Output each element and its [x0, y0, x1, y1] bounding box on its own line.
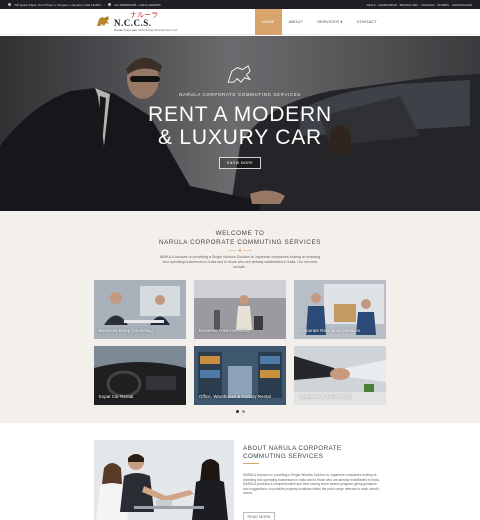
service-tile-business-travel[interactable]: Business Travel Services [194, 280, 286, 339]
nav-services[interactable]: SERVICES ▾ [310, 9, 349, 35]
tile-label: Corporate Relocation Services [299, 328, 361, 333]
hero-banner: NARULA CORPORATE COMMUTING SERVICES RENT… [0, 36, 480, 211]
nav-about[interactable]: ABOUT [282, 9, 311, 35]
business-handshake-image [94, 440, 234, 520]
tile-label: Apartment & Home Rental [299, 394, 352, 399]
address-text: 706 Qutub Plaza, DLF Phase 1, Gurgaon, H… [14, 2, 101, 7]
about-section: ABOUT NARULA CORPORATE COMMUTING SERVICE… [0, 423, 480, 520]
hero-title-line2: & LUXURY CAR [157, 126, 323, 149]
hero-kicker: NARULA CORPORATE COMMUTING SERVICES [179, 92, 301, 97]
location-icon [8, 3, 11, 6]
tile-label: Office, Warehouse & Factory Rental [199, 394, 271, 399]
service-tile-warehouse[interactable]: Office, Warehouse & Factory Rental [194, 346, 286, 405]
welcome-text: NARULA focuses on providing a Single Win… [159, 255, 321, 270]
about-text: NARULA focuses on providing a Single Win… [243, 473, 383, 496]
lion-logo-icon [97, 16, 109, 26]
tile-label: Expat Car Rental [99, 394, 134, 399]
tile-label: Business Travel Services [199, 328, 250, 333]
service-tile-relocation[interactable]: Corporate Relocation Services [294, 280, 386, 339]
slider-dots [0, 410, 480, 413]
service-tile-expat-car[interactable]: Expat Car Rental [94, 346, 186, 405]
about-paragraph-2: NARULA provides a comprehensive and time… [243, 482, 380, 496]
about-title-line2: COMMUTING SERVICES [243, 453, 324, 460]
about-image [94, 440, 234, 520]
read-more-button[interactable]: READ MORE [243, 512, 276, 520]
lion-emblem-icon [227, 65, 252, 83]
service-tile-business-setup[interactable]: Business Setup Consulting [94, 280, 186, 339]
about-divider [243, 463, 259, 464]
logo[interactable]: ナルーラ N.C.C.S. Narula Corporate Commuting… [96, 11, 178, 32]
slider-dot-2[interactable] [241, 410, 245, 413]
nav-contact[interactable]: CONTACT [350, 9, 384, 35]
logo-subtitle: Narula Corporate Commuting Services Pvt.… [114, 27, 178, 32]
nav-home[interactable]: HOME [254, 8, 282, 35]
main-nav: HOME ABOUT SERVICES ▾ CONTACT [254, 8, 384, 35]
about-title-line1: ABOUT NARULA CORPORATE [243, 445, 342, 452]
logo-name: N.C.C.S. [114, 17, 152, 28]
hero-title: RENT A MODERN & LUXURY CAR [0, 103, 480, 149]
slider-dot-1[interactable] [235, 410, 239, 413]
know-more-button[interactable]: KNOW MORE [219, 157, 261, 169]
site-header: ナルーラ N.C.C.S. Narula Corporate Commuting… [0, 8, 480, 35]
about-title: ABOUT NARULA CORPORATE COMMUTING SERVICE… [243, 445, 383, 461]
hero-title-line1: RENT A MODERN [148, 103, 332, 126]
about-paragraph-1: NARULA focuses on providing a Single Win… [243, 473, 380, 482]
welcome-title-line2: NARULA CORPORATE COMMUTING SERVICES [158, 238, 322, 246]
tile-label: Business Setup Consulting [99, 328, 153, 333]
top-info-bar: 706 Qutub Plaza, DLF Phase 1, Gurgaon, H… [0, 0, 480, 9]
cities-text: DELHI · AHMEDABAD · BENGALURU · CHENNAI … [366, 2, 472, 7]
welcome-section: WELCOME TO NARULA CORPORATE COMMUTING SE… [0, 211, 480, 423]
welcome-title-line1: WELCOME TO [215, 230, 265, 237]
welcome-title: WELCOME TO NARULA CORPORATE COMMUTING SE… [0, 230, 480, 247]
phone-text[interactable]: +91 9999833155, +91124-4082255 [114, 3, 161, 7]
phone-icon [107, 3, 111, 6]
ornament-divider-icon [228, 249, 252, 252]
service-tile-apartment[interactable]: Apartment & Home Rental [294, 346, 386, 405]
